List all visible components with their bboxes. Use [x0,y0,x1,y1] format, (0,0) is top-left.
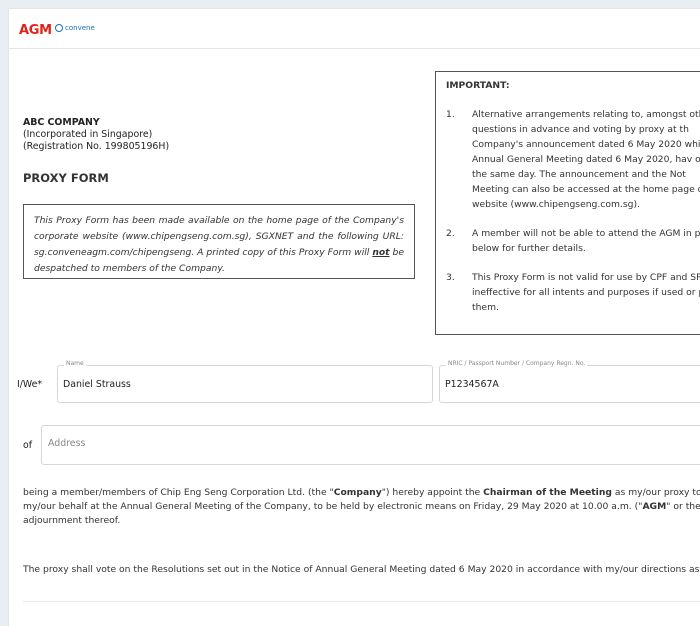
name-field-value[interactable]: Daniel Strauss [63,379,131,390]
important-item: 1. Alternative arrangements relating to,… [446,107,700,212]
company-term: Company [333,487,382,498]
important-item-text: A member will not be able to attend the … [472,228,700,254]
iwe-label: I/We* [17,379,43,390]
agm-term: AGM [642,501,667,512]
nric-field[interactable]: NRIC / Passport Number / Company Regn. N… [439,360,700,403]
appointment-line-1: being a member/members of Chip Eng Seng … [23,486,700,500]
company-info: ABC COMPANY (Incorporated in Singapore) … [23,117,169,153]
company-incorporated: (Incorporated in Singapore) [23,129,153,140]
notice-emphasis: not [372,247,390,258]
top-bar: AGM convene [9,9,700,49]
proxy-vote-text: The proxy shall vote on the Resolutions … [23,564,700,575]
address-input[interactable] [48,438,688,449]
agm-logo[interactable]: AGM [19,23,52,38]
appoint-text: ") hereby appoint the [381,487,484,498]
important-item-number: 1. [446,109,455,120]
chairman-term: Chairman of the Meeting [483,487,612,498]
appoint-text: being a member/members of Chip Eng Seng … [23,487,334,498]
nric-field-value[interactable]: P1234567A [445,379,499,390]
important-item: 2. A member will not be able to attend t… [446,226,700,256]
important-item: 3. This Proxy Form is not valid for use … [446,270,700,315]
company-name: ABC COMPANY [23,117,100,128]
notice-text-before: This Proxy Form has been made available … [34,215,404,258]
important-item-text: Alternative arrangements relating to, am… [472,109,700,210]
nric-field-legend: NRIC / Passport Number / Company Regn. N… [446,360,588,367]
important-heading: IMPORTANT: [446,80,510,91]
important-item-number: 2. [446,228,455,239]
convene-logo: convene [55,24,95,32]
company-registration: (Registration No. 199805196H) [23,141,170,152]
name-field-legend: Name [64,360,86,367]
form-title: PROXY FORM [23,171,109,185]
availability-notice: This Proxy Form has been made available … [23,204,415,279]
address-field[interactable] [41,425,700,465]
section-divider [23,601,700,602]
important-item-text: This Proxy Form is not valid for use by … [472,272,700,313]
important-item-number: 3. [446,272,455,283]
appoint-text: as my/our proxy to a [614,487,700,498]
important-box: IMPORTANT: 1. Alternative arrangements r… [435,71,700,335]
convene-label: convene [65,24,95,32]
appointment-line-2: my/our behalf at the Annual General Meet… [23,500,700,514]
proxy-form-page: AGM convene ABC COMPANY (Incorporated in… [8,8,700,626]
appointment-line-3: adjournment thereof. [23,515,121,526]
appoint-text: " or the " [666,501,700,512]
appoint-text: my/our behalf at the Annual General Meet… [23,501,643,512]
convene-ring-icon [55,24,63,32]
of-label: of [23,440,33,451]
name-field[interactable]: Name Daniel Strauss [57,360,433,403]
appointment-paragraph: being a member/members of Chip Eng Seng … [23,486,700,528]
